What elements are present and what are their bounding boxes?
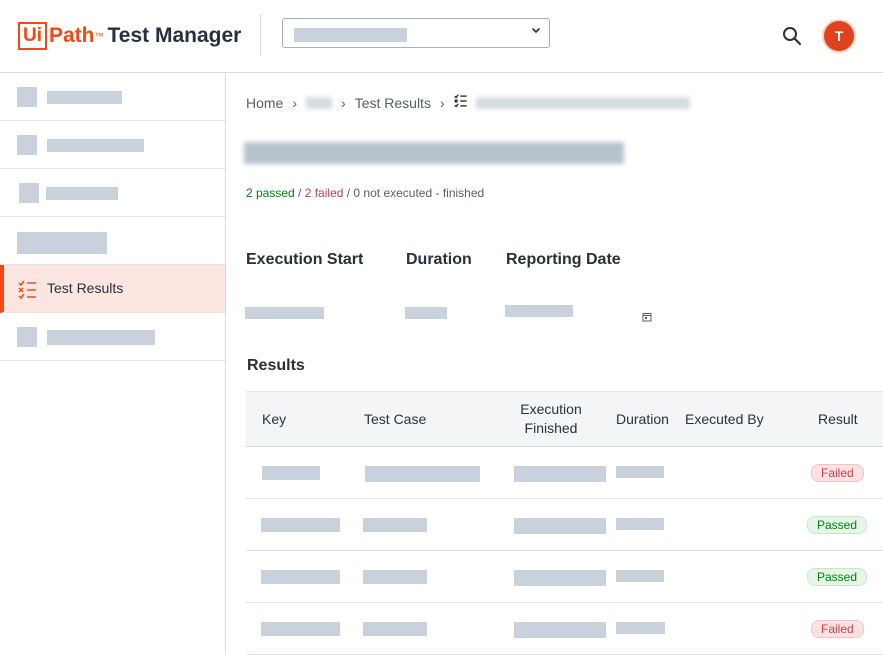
column-header-execution-finished-line2: Finished <box>524 420 578 436</box>
column-header-key[interactable]: Key <box>262 411 286 427</box>
breadcrumb: Home › › Test Results › <box>246 94 690 111</box>
sidebar-item-label: Test Results <box>47 280 124 296</box>
breadcrumb-separator: › <box>292 94 298 111</box>
table-row[interactable]: Passed <box>246 499 883 551</box>
page-title-redacted <box>244 139 624 167</box>
breadcrumb-home[interactable]: Home <box>246 95 283 111</box>
breadcrumb-separator: › <box>439 94 445 111</box>
results-table-header: Key Test Case Execution Finished Duratio… <box>246 391 883 447</box>
breadcrumb-current-redacted <box>475 96 690 109</box>
execution-finished-cell-redacted <box>514 570 606 586</box>
duration-cell-redacted <box>616 570 664 582</box>
test-results-icon <box>453 94 468 111</box>
summary-rest: / 0 not executed - finished <box>343 186 485 200</box>
page-title-blurred <box>244 142 624 164</box>
nav-icon-redacted <box>17 87 37 107</box>
test-case-cell-redacted[interactable] <box>365 466 480 482</box>
column-header-executed-by[interactable]: Executed By <box>685 411 764 427</box>
duration-cell-redacted <box>616 622 665 634</box>
calendar-icon[interactable] <box>642 309 652 322</box>
duration-label: Duration <box>406 251 472 268</box>
column-header-execution-finished-line1: Execution <box>520 401 582 417</box>
passed-count: 2 passed <box>246 186 295 200</box>
execution-finished-cell-redacted <box>514 518 606 534</box>
key-cell-redacted[interactable] <box>261 622 340 636</box>
table-row[interactable]: Failed <box>246 447 883 499</box>
failed-count: 2 failed <box>304 186 344 200</box>
summary-separator: / <box>294 186 305 200</box>
nav-icon-redacted <box>19 183 39 203</box>
test-case-cell-redacted[interactable] <box>363 518 427 532</box>
column-header-execution-finished[interactable]: Execution Finished <box>517 401 585 436</box>
test-results-icon <box>18 280 38 305</box>
sidebar-item-6[interactable] <box>0 313 225 361</box>
main-content: Home › › Test Results › 2 passed / 2 fai… <box>226 73 883 655</box>
status-badge: Passed <box>807 568 868 586</box>
sidebar-item-test-results[interactable]: Test Results <box>0 265 225 313</box>
sidebar-nav: Test Results <box>0 73 226 655</box>
uipath-test-manager-logo[interactable]: Ui Path ™ Test Manager <box>18 22 241 50</box>
duration-cell-redacted <box>616 466 664 478</box>
key-cell-redacted[interactable] <box>261 570 340 584</box>
logo-trademark: ™ <box>94 31 104 41</box>
duration-value-redacted <box>405 307 447 319</box>
project-select-value-redacted <box>294 28 407 42</box>
column-header-test-case[interactable]: Test Case <box>364 411 426 427</box>
nav-label-redacted <box>46 187 118 200</box>
breadcrumb-test-results[interactable]: Test Results <box>355 95 431 111</box>
test-case-cell-redacted[interactable] <box>363 570 427 584</box>
results-section-title: Results <box>247 357 305 374</box>
user-avatar[interactable]: T <box>824 21 854 51</box>
key-cell-redacted[interactable] <box>262 466 320 480</box>
sidebar-item-3[interactable] <box>0 169 225 217</box>
nav-label-redacted <box>47 91 122 104</box>
chevron-down-icon <box>531 24 541 38</box>
key-cell-redacted[interactable] <box>261 518 340 532</box>
column-header-result[interactable]: Result <box>818 411 858 427</box>
logo-product-name: Test Manager <box>107 24 242 47</box>
nav-label-redacted <box>17 232 107 254</box>
reporting-date-label: Reporting Date <box>506 251 621 268</box>
status-badge: Failed <box>811 464 864 482</box>
sidebar-item-1[interactable] <box>0 73 225 121</box>
status-badge: Passed <box>807 516 868 534</box>
column-header-duration[interactable]: Duration <box>616 411 669 427</box>
project-select[interactable] <box>282 18 550 48</box>
search-icon[interactable] <box>781 25 803 47</box>
sidebar-item-2[interactable] <box>0 121 225 169</box>
breadcrumb-separator: › <box>341 94 346 111</box>
test-case-cell-redacted[interactable] <box>363 622 427 636</box>
execution-finished-cell-redacted <box>514 622 606 638</box>
reporting-date-value-redacted <box>505 305 573 317</box>
execution-summary: 2 passed / 2 failed / 0 not executed - f… <box>246 186 484 200</box>
nav-icon-redacted <box>17 135 37 155</box>
nav-icon-redacted <box>17 327 37 347</box>
logo-ui-mark: Ui <box>18 22 47 50</box>
results-table: Key Test Case Execution Finished Duratio… <box>246 391 883 655</box>
nav-label-redacted <box>47 330 155 345</box>
execution-start-label: Execution Start <box>246 251 364 268</box>
status-badge: Failed <box>811 620 864 638</box>
execution-finished-cell-redacted <box>514 466 606 482</box>
app-header: Ui Path ™ Test Manager T <box>0 0 883 73</box>
nav-label-redacted <box>47 139 144 152</box>
duration-cell-redacted <box>616 518 664 530</box>
logo-path-text: Path <box>49 24 95 47</box>
table-row[interactable]: Passed <box>246 551 883 603</box>
table-row[interactable]: Failed <box>246 603 883 655</box>
breadcrumb-project-redacted[interactable] <box>306 96 333 109</box>
sidebar-item-4[interactable] <box>0 217 225 265</box>
header-divider <box>260 14 261 56</box>
execution-start-value-redacted <box>245 307 324 319</box>
